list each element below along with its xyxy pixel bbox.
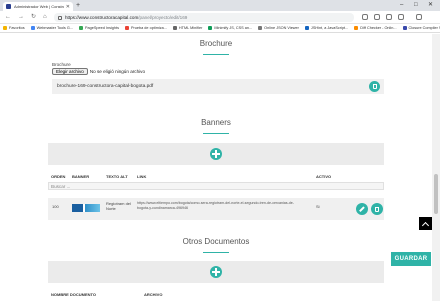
bookmark-item[interactable]: Minimify JS, CSS an... xyxy=(208,26,252,30)
browser-tab-bar: Administrador Web | Constructora ✕ + – □… xyxy=(0,0,440,11)
collections-icon[interactable] xyxy=(374,14,380,20)
url-text: https://www.constructoracapital.com/pane… xyxy=(65,15,188,20)
settings-menu-icon[interactable] xyxy=(416,14,422,20)
close-tab-icon[interactable]: ✕ xyxy=(66,4,70,10)
bookmark-item[interactable]: Favoritos xyxy=(3,26,25,30)
banner-link: https://www.eltiempo.com/bogota/como-ser… xyxy=(137,201,294,210)
bookmark-favicon-icon xyxy=(258,26,263,30)
edit-banner-button[interactable] xyxy=(356,203,368,215)
column-banner: BANNER xyxy=(72,174,90,179)
new-tab-button[interactable]: + xyxy=(76,2,80,10)
brochure-file-input[interactable]: Elegir archivo No se eligió ningún archi… xyxy=(52,68,145,75)
bookmark-label: HTML Minifier xyxy=(178,26,203,30)
trash-icon xyxy=(375,206,379,212)
column-nombre-documento: NOMBRE DOCUMENTO xyxy=(51,292,97,297)
forward-icon[interactable]: → xyxy=(18,14,24,21)
bookmark-label: Prueba de optimiza... xyxy=(131,26,167,30)
bookmark-label: Online JSON Viewer xyxy=(264,26,299,30)
bookmark-favicon-icon xyxy=(402,26,407,30)
address-bar: ← → ↻ ⌂ https://www.constructoracapital.… xyxy=(0,11,440,24)
page-scrollbar[interactable] xyxy=(432,34,440,301)
bookmark-favicon-icon xyxy=(125,26,129,30)
bookmark-item[interactable]: Diff Checker - Onlin... xyxy=(354,26,397,30)
refresh-icon[interactable]: ↻ xyxy=(31,14,36,21)
bookmark-item[interactable]: Webmaster Tools G... xyxy=(30,26,73,30)
banner-search-input[interactable] xyxy=(51,183,383,189)
url-field[interactable]: https://www.constructoracapital.com/pane… xyxy=(54,13,354,22)
back-icon[interactable]: ← xyxy=(5,14,11,21)
bookmark-label: Webmaster Tools G... xyxy=(36,26,73,30)
home-icon[interactable]: ⌂ xyxy=(43,14,47,21)
current-brochure-filename: brochure-169-constructora-capital-bogota… xyxy=(57,84,154,89)
bookmark-item[interactable]: JSHint, a JavaScript... xyxy=(304,26,349,30)
bookmark-item[interactable]: PageSpeed Insights xyxy=(79,26,119,30)
bookmark-favicon-icon xyxy=(172,26,177,30)
banner-activo: Si xyxy=(316,204,320,209)
column-texto-alt: TEXTO ALT xyxy=(106,174,128,179)
column-orden: ORDEN xyxy=(51,174,66,179)
section-divider xyxy=(203,133,229,134)
column-archivo: ARCHIVO xyxy=(144,292,163,297)
bookmark-label: PageSpeed Insights xyxy=(85,26,119,30)
brochure-field-label: Brochure xyxy=(52,62,71,67)
minimize-icon[interactable]: – xyxy=(400,1,403,9)
bookmark-item[interactable]: Closure Compiler S... xyxy=(402,26,440,30)
column-activo: ACTIVO xyxy=(316,174,332,179)
bookmark-item[interactable]: Online JSON Viewer xyxy=(258,26,299,30)
save-button[interactable]: GUARDAR xyxy=(391,252,431,266)
bookmark-label: Diff Checker - Onlin... xyxy=(360,26,397,30)
pencil-icon xyxy=(359,206,365,212)
bookmark-favicon-icon xyxy=(208,26,213,30)
section-divider xyxy=(203,252,229,253)
tab-title: Administrador Web | Constructora xyxy=(14,4,64,9)
favorites-star-icon[interactable] xyxy=(362,14,368,20)
delete-banner-button[interactable] xyxy=(371,203,383,215)
bookmark-favicon-icon xyxy=(79,26,83,30)
scroll-thumb[interactable] xyxy=(434,174,438,214)
add-document-button[interactable] xyxy=(210,266,222,278)
choose-file-button[interactable]: Elegir archivo xyxy=(52,68,88,75)
section-divider xyxy=(203,54,229,55)
bookmark-label: Closure Compiler S... xyxy=(408,26,440,30)
close-window-icon[interactable]: ✕ xyxy=(428,1,433,9)
bookmark-label: Minimify JS, CSS an... xyxy=(214,26,253,30)
bookmark-label: Favoritos xyxy=(9,26,25,30)
extensions-icon[interactable] xyxy=(386,14,392,20)
chevron-up-icon xyxy=(421,221,430,229)
trash-icon xyxy=(372,84,377,89)
scroll-to-top-button[interactable] xyxy=(419,217,432,230)
bookmark-item[interactable]: HTML Minifier xyxy=(172,26,203,30)
bookmark-favicon-icon xyxy=(354,26,359,30)
current-brochure-row: brochure-169-constructora-capital-bogota… xyxy=(52,79,384,94)
column-link: LINK xyxy=(137,174,147,179)
banner-orden: 100 xyxy=(52,204,59,209)
banner-thumbnail xyxy=(72,204,100,212)
bookmark-favicon-icon xyxy=(30,26,35,30)
profile-icon[interactable] xyxy=(398,14,404,20)
bookmark-item[interactable]: Prueba de optimiza... xyxy=(125,26,167,30)
banner-alt-text: Regiotram del Norte xyxy=(106,201,131,211)
lock-icon xyxy=(58,15,62,20)
delete-brochure-button[interactable] xyxy=(369,81,380,92)
brochure-section-title: Brochure xyxy=(199,39,233,48)
bookmark-favicon-icon xyxy=(3,26,7,30)
add-banner-button[interactable] xyxy=(210,148,222,160)
page-content: Brochure Brochure Elegir archivo No se e… xyxy=(0,34,432,301)
bookmark-label: JSHint, a JavaScript... xyxy=(310,26,349,30)
site-favicon-icon xyxy=(6,4,11,9)
banners-section-title: Banners xyxy=(201,118,231,127)
bookmarks-bar: Favoritos Webmaster Tools G... PageSpeed I… xyxy=(0,24,440,33)
browser-tab[interactable]: Administrador Web | Constructora ✕ xyxy=(3,2,73,11)
maximize-icon[interactable]: □ xyxy=(414,1,418,9)
bookmark-favicon-icon xyxy=(304,26,309,30)
no-file-text: No se eligió ningún archivo xyxy=(89,69,146,74)
otros-documentos-section-title: Otros Documentos xyxy=(182,237,250,246)
banner-search-field[interactable] xyxy=(48,182,384,190)
